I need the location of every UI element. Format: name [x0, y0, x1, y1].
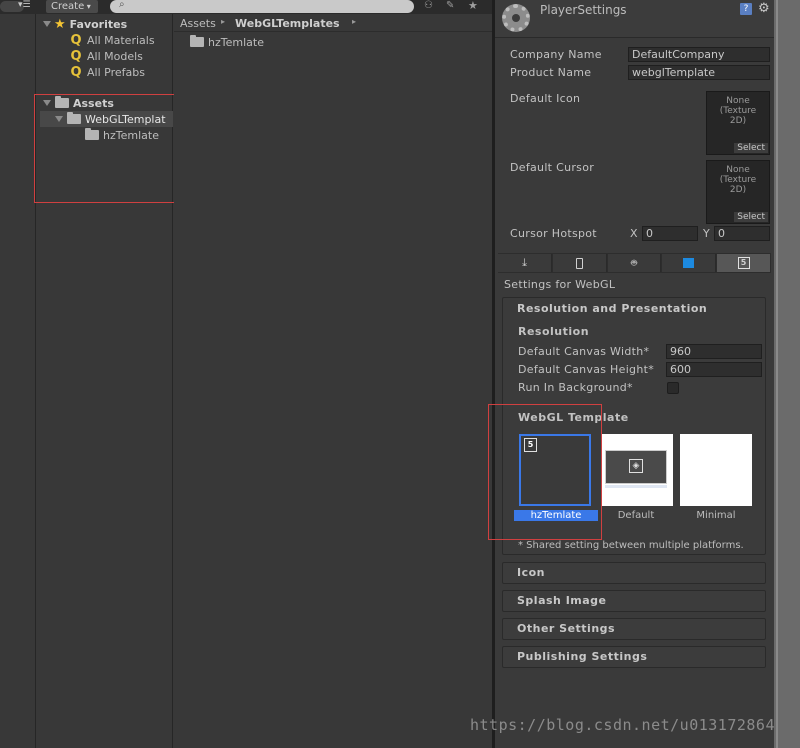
tab-webgl[interactable]: 5	[717, 254, 770, 272]
hotspot-x-label: X	[630, 227, 638, 240]
res-presentation-header[interactable]: Resolution and Presentation	[517, 302, 707, 315]
create-button[interactable]: Create ▾	[46, 0, 98, 13]
texture-type-label: (Texture	[719, 106, 757, 116]
favorites-header[interactable]: ★ Favorites	[43, 16, 127, 32]
search-icon: Q	[70, 64, 82, 80]
unity-logo-icon: ◈	[629, 459, 643, 473]
favorite-item[interactable]: Q All Prefabs	[69, 64, 145, 80]
star-icon: ★	[54, 16, 66, 32]
section-publishing-settings[interactable]: Publishing Settings	[502, 646, 766, 668]
inspector-title: PlayerSettings	[540, 3, 627, 17]
default-cursor-slot[interactable]: None (Texture 2D) Select	[706, 160, 770, 224]
texture-none-label: None	[726, 165, 750, 175]
default-icon-slot[interactable]: None (Texture 2D) Select	[706, 91, 770, 155]
hotspot-y-label: Y	[703, 227, 711, 240]
cursor-hotspot-label: Cursor Hotspot	[510, 227, 597, 240]
favorite-item-label: All Models	[87, 49, 143, 63]
canvas-width-label: Default Canvas Width*	[518, 345, 650, 358]
texture-type-label: 2D)	[729, 116, 747, 126]
run-in-background-checkbox[interactable]	[667, 382, 679, 394]
product-name-field[interactable]: webglTemplate	[628, 65, 770, 80]
search-icon: Q	[70, 32, 82, 48]
company-name-label: Company Name	[510, 48, 602, 61]
shared-setting-note: * Shared setting between multiple platfo…	[518, 540, 744, 551]
list-item-label: hzTemlate	[208, 35, 264, 49]
hotspot-x-field[interactable]: 0	[642, 226, 698, 241]
breadcrumb: Assets ▸ WebGLTemplates ▸	[174, 14, 492, 32]
template-caption[interactable]: Minimal	[674, 510, 758, 521]
folder-contents-panel: Assets ▸ WebGLTemplates ▸ hzTemlate	[174, 14, 492, 748]
html5-icon: 5	[737, 257, 750, 269]
search-input[interactable]: ⌕	[110, 0, 414, 13]
favorite-item-label: All Prefabs	[87, 65, 145, 79]
canvas-width-field[interactable]: 960	[666, 344, 762, 359]
favorite-item-label: All Materials	[87, 33, 155, 47]
scrollbar[interactable]	[774, 0, 800, 748]
filter-by-label-icon[interactable]: ✎	[446, 0, 460, 13]
resolution-subheader: Resolution	[518, 325, 590, 338]
watermark: https://blog.csdn.net/u013172864	[470, 716, 775, 734]
select-button[interactable]: Select	[734, 143, 768, 153]
filter-by-type-icon[interactable]: ⚇	[424, 0, 438, 13]
list-item[interactable]: hzTemlate	[190, 34, 264, 50]
folder-icon	[190, 35, 204, 47]
company-name-field[interactable]: DefaultCompany	[628, 47, 770, 62]
download-icon: ⤓	[522, 256, 527, 269]
scrollbar-edge	[776, 0, 778, 748]
section-icon[interactable]: Icon	[502, 562, 766, 584]
layout-menu-icon[interactable]: ▾☰	[18, 0, 31, 10]
default-icon-label: Default Icon	[510, 92, 581, 105]
section-splash-image[interactable]: Splash Image	[502, 590, 766, 612]
expand-triangle-icon[interactable]	[43, 21, 51, 27]
search-icon: Q	[70, 48, 82, 64]
texture-none-label: None	[726, 96, 750, 106]
settings-gear-icon[interactable]: ⚙	[758, 1, 770, 16]
tab-standalone[interactable]: ⤓	[498, 254, 552, 272]
breadcrumb-item[interactable]: Assets	[180, 17, 216, 30]
tab-ios[interactable]	[553, 254, 607, 272]
select-button[interactable]: Select	[734, 212, 768, 222]
texture-type-label: 2D)	[729, 185, 747, 195]
favorite-item[interactable]: Q All Models	[69, 48, 143, 64]
texture-type-label: (Texture	[719, 175, 757, 185]
favorite-star-icon[interactable]: ★	[468, 0, 482, 12]
create-label: Create	[51, 1, 85, 12]
highlight-box-template	[488, 404, 602, 540]
favorites-title: Favorites	[69, 17, 128, 31]
mobile-icon	[576, 257, 583, 269]
footer-strip	[605, 485, 667, 488]
hotspot-y-field[interactable]: 0	[714, 226, 770, 241]
template-caption[interactable]: Default	[594, 510, 678, 521]
template-thumb-minimal[interactable]	[680, 434, 752, 506]
default-cursor-label: Default Cursor	[510, 161, 595, 174]
inspector-header	[495, 0, 774, 38]
canvas-height-label: Default Canvas Height*	[518, 363, 655, 376]
help-book-icon[interactable]: ?	[740, 3, 752, 15]
gear-icon	[502, 4, 530, 32]
unity-preview: ◈	[605, 450, 667, 484]
section-other-settings[interactable]: Other Settings	[502, 618, 766, 640]
hierarchy-panel	[0, 14, 36, 748]
run-in-background-label: Run In Background*	[518, 381, 633, 394]
breadcrumb-arrow-icon: ▸	[352, 17, 357, 26]
settings-for-label: Settings for WebGL	[504, 278, 616, 291]
breadcrumb-arrow-icon: ▸	[221, 17, 226, 26]
favorite-item[interactable]: Q All Materials	[69, 32, 155, 48]
breadcrumb-item[interactable]: WebGLTemplates	[235, 17, 340, 30]
search-icon: ⌕	[119, 0, 125, 10]
tab-android[interactable]: 🤖︎	[608, 254, 661, 272]
tab-windows[interactable]	[662, 254, 716, 272]
template-thumb-default[interactable]: ◈	[601, 434, 673, 506]
windows-icon	[683, 258, 694, 268]
canvas-height-field[interactable]: 600	[666, 362, 762, 377]
product-name-label: Product Name	[510, 66, 592, 79]
android-icon: 🤖︎	[631, 258, 637, 269]
